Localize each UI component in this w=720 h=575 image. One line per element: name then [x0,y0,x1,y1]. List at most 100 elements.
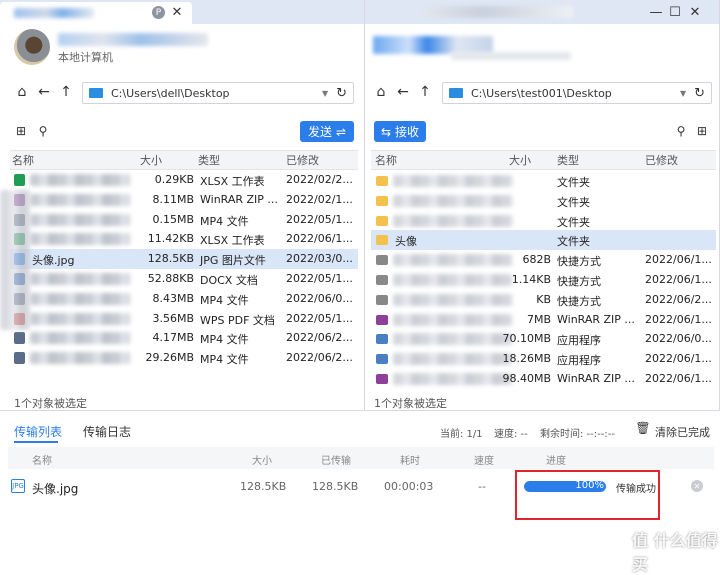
remote-pane: — ☐ ✕ ⌂ ← ↑ C:\Users\test001\Desktop ▼ ↻… [365,0,720,410]
file-date: 2022/05/1... [286,212,353,226]
list-item-remote[interactable]: 98.40MB WinRAR ZIP ... 2022/06/1... [371,369,716,389]
chevron-down-icon[interactable]: ▼ [322,89,328,98]
col-modified[interactable]: 已修改 [286,152,319,168]
list-item-remote[interactable]: 1.14KB 快捷方式 2022/06/1... [371,270,716,290]
up-icon-remote[interactable]: ↑ [417,84,433,100]
list-item-remote[interactable]: 682B 快捷方式 2022/06/1... [371,250,716,270]
new-folder-icon-remote[interactable]: ⊞ [695,124,709,138]
file-size: 52.88KB [147,272,194,285]
col-name-remote[interactable]: 名称 [375,152,397,168]
file-type: 文件夹 [557,195,590,209]
back-icon-remote[interactable]: ← [395,84,411,100]
tab-transfer-log[interactable]: 传输日志 [83,423,131,440]
swap-icon: ⇌ [335,124,347,139]
list-item-remote[interactable]: 70.10MB 应用程序 2022/06/0... [371,329,716,349]
close-window-icon[interactable]: ✕ [687,4,703,20]
back-icon[interactable]: ← [36,84,52,100]
file-size: 70.10MB [502,332,551,346]
file-type: MP4 文件 [200,333,249,347]
home-icon[interactable]: ⌂ [14,84,30,100]
file-date: 2022/06/0... [286,291,353,305]
list-item[interactable]: 8.43MB MP4 文件 2022/06/0... [10,289,358,309]
transfer-file-name: 头像.jpg [32,482,79,496]
file-icon [14,352,25,365]
file-icon [14,174,25,186]
redacted-name [393,194,513,207]
col-type-remote[interactable]: 类型 [557,152,579,168]
trash-icon[interactable]: 🗑 [635,421,650,435]
file-date: 2022/06/2... [645,292,712,306]
search-icon-remote[interactable]: ⚲ [674,124,688,138]
list-item[interactable]: 头像.jpg 128.5KB JPG 图片文件 2022/03/0... [10,249,358,270]
remote-status: 1个对象被选定 [374,397,447,410]
path-text: C:\Users\dell\Desktop [111,86,230,100]
list-item-remote[interactable]: 文件夹 [371,171,716,191]
file-size: 8.11MB [152,192,194,206]
redacted-name [30,233,130,246]
clear-completed-button[interactable]: 清除已完成 [655,424,710,440]
list-item-remote[interactable]: 头像 文件夹 [371,230,716,251]
redacted-name [30,193,130,206]
minimize-icon[interactable]: — [648,4,664,20]
tab-transfer-list[interactable]: 传输列表 [14,423,62,440]
home-icon-remote[interactable]: ⌂ [373,84,389,100]
redacted-name [30,292,130,305]
col-name[interactable]: 名称 [12,152,34,168]
path-field[interactable]: C:\Users\dell\Desktop ▼ ↻ [82,82,354,104]
file-date: 2022/03/0... [286,252,353,266]
list-item[interactable]: 11.42KB XLSX 工作表 2022/06/1... [10,229,358,249]
remote-path-field[interactable]: C:\Users\test001\Desktop ▼ ↻ [442,82,712,104]
list-item-remote[interactable]: 文件夹 [371,191,716,211]
redacted-name [30,352,130,365]
transfer-speed: -- [478,480,486,493]
close-tab-icon[interactable]: ✕ [170,5,184,20]
list-item[interactable]: 3.56MB WPS PDF 文档 2022/05/1... [10,309,358,329]
list-item[interactable]: 52.88KB DOCX 文档 2022/05/1... [10,269,358,289]
tab-bar: P ✕ [0,0,364,24]
file-icon [376,374,388,384]
file-icon [376,195,388,206]
file-icon [376,176,388,186]
send-button[interactable]: 发送 ⇌ [300,121,354,142]
new-folder-icon[interactable]: ⊞ [14,124,28,138]
file-icon [376,255,388,266]
file-date: 2022/05/1... [286,272,353,285]
profile-icon: P [152,6,165,19]
file-type: 快捷方式 [557,255,601,269]
file-type: 文件夹 [557,215,590,229]
chevron-down-icon-remote[interactable]: ▼ [680,89,686,98]
maximize-icon[interactable]: ☐ [667,4,683,20]
list-item[interactable]: 0.29KB XLSX 工作表 2022/02/2... [10,170,358,190]
file-type: WinRAR ZIP ... [557,312,635,326]
file-type: 应用程序 [557,334,601,348]
list-item[interactable]: 4.17MB MP4 文件 2022/06/2... [10,328,358,348]
file-type: WinRAR ZIP ... [557,372,635,385]
tab-underline [14,441,58,443]
list-item-remote[interactable]: 18.26MB 应用程序 2022/06/1... [371,349,716,369]
list-item[interactable]: 8.11MB WinRAR ZIP ... 2022/02/1... [10,190,358,210]
file-date: 2022/06/0... [645,332,712,346]
transfer-transferred: 128.5KB [312,480,359,493]
file-size: 8.43MB [152,291,194,305]
list-item-remote[interactable]: 7MB WinRAR ZIP ... 2022/06/1... [371,310,716,330]
file-size: 1.14KB [511,273,551,286]
refresh-icon-remote[interactable]: ↻ [694,86,705,101]
image-file-icon: JPG [11,479,25,493]
col-size-remote[interactable]: 大小 [509,152,531,168]
tab-local[interactable]: P ✕ [0,2,192,24]
list-item[interactable]: 0.15MB MP4 文件 2022/05/1... [10,210,358,230]
list-item-remote[interactable]: 文件夹 [371,211,716,231]
list-item-remote[interactable]: KB 快捷方式 2022/06/2... [371,290,716,310]
receive-button[interactable]: ⇆ 接收 [374,121,426,142]
file-icon [376,354,388,365]
refresh-icon[interactable]: ↻ [336,86,347,101]
col-size[interactable]: 大小 [140,152,162,168]
remove-item-icon[interactable]: ✕ [691,480,703,492]
up-icon[interactable]: ↑ [58,84,74,100]
file-date: 2022/06/2... [286,351,353,365]
search-icon[interactable]: ⚲ [36,124,50,138]
list-item[interactable]: 29.26MB MP4 文件 2022/06/2... [10,348,358,368]
col-type[interactable]: 类型 [198,152,220,168]
col-modified-remote[interactable]: 已修改 [645,152,678,168]
file-date: 2022/06/1... [645,253,712,267]
